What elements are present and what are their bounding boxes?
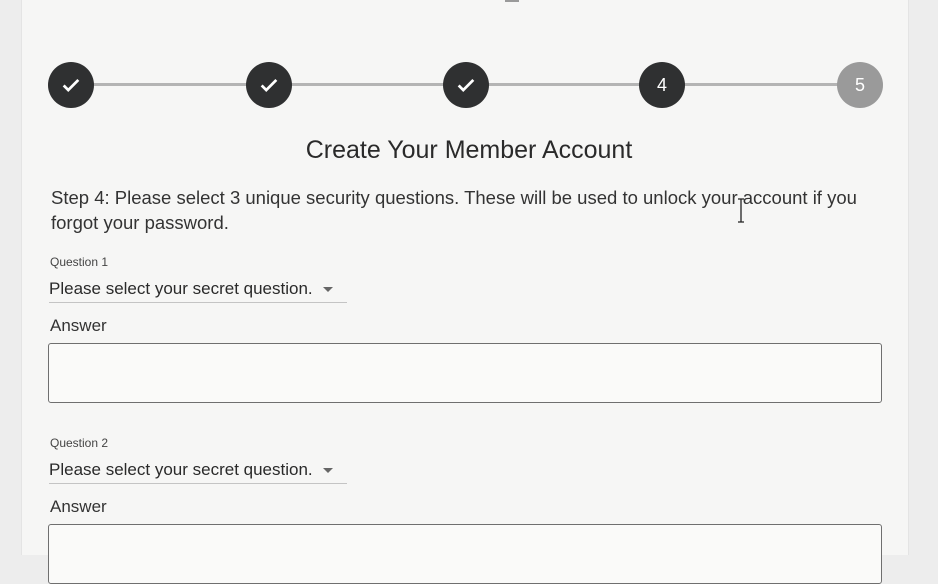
question-1-select[interactable]: Please select your secret question. — [49, 276, 347, 303]
step-4-active: 4 — [639, 62, 685, 108]
page-title: Create Your Member Account — [305, 136, 633, 164]
step-3-complete — [443, 62, 489, 108]
answer-1-label: Answer — [50, 316, 107, 335]
step-instructions: Step 4: Please select 3 unique security … — [51, 187, 857, 233]
check-icon — [260, 78, 278, 92]
question-2-select[interactable]: Please select your secret question. — [49, 457, 347, 484]
answer-1-input[interactable] — [48, 343, 882, 403]
progress-stepper: 4 5 — [0, 0, 938, 120]
question-1-label: Question 1 — [50, 255, 109, 269]
step-5-pending: 5 — [837, 62, 883, 108]
caret-down-icon — [322, 286, 333, 292]
question-1-select-value: Please select your secret question. — [49, 279, 313, 298]
check-icon — [457, 78, 475, 92]
answer-2-input[interactable] — [48, 524, 882, 584]
step-2-complete — [246, 62, 292, 108]
step-1-complete — [48, 62, 94, 108]
answer-2-label: Answer — [50, 497, 107, 516]
question-2-select-value: Please select your secret question. — [49, 460, 313, 479]
question-2-label: Question 2 — [50, 436, 109, 450]
caret-down-icon — [322, 467, 333, 473]
text-cursor-icon — [738, 198, 744, 223]
step-number: 4 — [656, 74, 667, 95]
step-number: 5 — [854, 74, 865, 95]
check-icon — [62, 78, 80, 92]
